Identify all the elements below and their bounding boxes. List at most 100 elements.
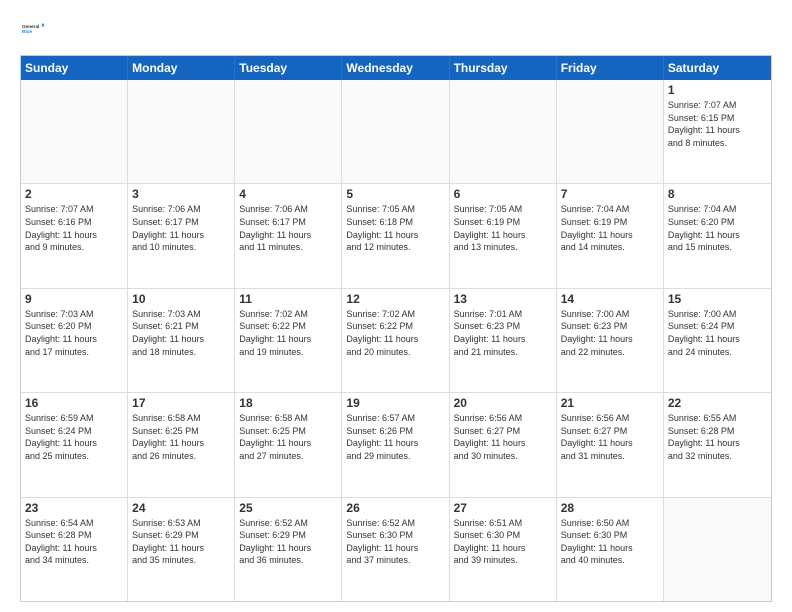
calendar-cell-0-2 xyxy=(235,80,342,183)
calendar-cell-3-5: 21 Sunrise: 6:56 AM Sunset: 6:27 PM Dayli… xyxy=(557,393,664,496)
calendar-cell-1-1: 3Sunrise: 7:06 AM Sunset: 6:17 PM Daylig… xyxy=(128,184,235,287)
calendar-cell-0-3 xyxy=(342,80,449,183)
day-info: Sunrise: 6:56 AM Sunset: 6:27 PM Dayligh… xyxy=(561,412,659,462)
day-info: Sunrise: 7:02 AM Sunset: 6:22 PM Dayligh… xyxy=(346,308,444,358)
weekday-header-friday: Friday xyxy=(557,56,664,80)
day-number: 23 xyxy=(25,501,123,515)
day-info: Sunrise: 6:59 AM Sunset: 6:24 PM Dayligh… xyxy=(25,412,123,462)
logo-icon: General Blue xyxy=(22,18,44,40)
calendar: SundayMondayTuesdayWednesdayThursdayFrid… xyxy=(20,55,772,602)
calendar-cell-3-6: 22 Sunrise: 6:55 AM Sunset: 6:28 PM Dayli… xyxy=(664,393,771,496)
calendar-cell-4-4: 27 Sunrise: 6:51 AM Sunset: 6:30 PM Dayli… xyxy=(450,498,557,601)
weekday-header-monday: Monday xyxy=(128,56,235,80)
day-info: Sunrise: 7:01 AM Sunset: 6:23 PM Dayligh… xyxy=(454,308,552,358)
page: General Blue SundayMondayTuesdayWednesda… xyxy=(0,0,792,612)
day-number: 7 xyxy=(561,187,659,201)
day-info: Sunrise: 6:52 AM Sunset: 6:30 PM Dayligh… xyxy=(346,517,444,567)
calendar-cell-3-2: 18 Sunrise: 6:58 AM Sunset: 6:25 PM Dayli… xyxy=(235,393,342,496)
day-number: 6 xyxy=(454,187,552,201)
calendar-header: SundayMondayTuesdayWednesdayThursdayFrid… xyxy=(21,56,771,80)
day-info: Sunrise: 7:06 AM Sunset: 6:17 PM Dayligh… xyxy=(132,203,230,253)
day-info: Sunrise: 6:51 AM Sunset: 6:30 PM Dayligh… xyxy=(454,517,552,567)
calendar-cell-1-4: 6 Sunrise: 7:05 AM Sunset: 6:19 PM Daylig… xyxy=(450,184,557,287)
calendar-cell-0-4 xyxy=(450,80,557,183)
day-info: Sunrise: 7:02 AM Sunset: 6:22 PM Dayligh… xyxy=(239,308,337,358)
calendar-cell-0-6: 1 Sunrise: 7:07 AM Sunset: 6:15 PM Daylig… xyxy=(664,80,771,183)
day-number: 21 xyxy=(561,396,659,410)
day-number: 16 xyxy=(25,396,123,410)
logo: General Blue xyxy=(20,18,44,45)
calendar-cell-2-5: 14 Sunrise: 7:00 AM Sunset: 6:23 PM Dayli… xyxy=(557,289,664,392)
calendar-cell-1-2: 4 Sunrise: 7:06 AM Sunset: 6:17 PM Daylig… xyxy=(235,184,342,287)
calendar-cell-4-6 xyxy=(664,498,771,601)
day-info: Sunrise: 6:58 AM Sunset: 6:25 PM Dayligh… xyxy=(132,412,230,462)
calendar-cell-0-5 xyxy=(557,80,664,183)
day-info: Sunrise: 7:00 AM Sunset: 6:24 PM Dayligh… xyxy=(668,308,767,358)
calendar-cell-4-2: 25 Sunrise: 6:52 AM Sunset: 6:29 PM Dayli… xyxy=(235,498,342,601)
day-number: 17 xyxy=(132,396,230,410)
calendar-cell-1-0: 2 Sunrise: 7:07 AM Sunset: 6:16 PM Daylig… xyxy=(21,184,128,287)
day-info: Sunrise: 7:00 AM Sunset: 6:23 PM Dayligh… xyxy=(561,308,659,358)
day-number: 18 xyxy=(239,396,337,410)
day-number: 10 xyxy=(132,292,230,306)
day-number: 5 xyxy=(346,187,444,201)
day-info: Sunrise: 6:58 AM Sunset: 6:25 PM Dayligh… xyxy=(239,412,337,462)
day-number: 27 xyxy=(454,501,552,515)
svg-text:General: General xyxy=(22,24,39,29)
day-info: Sunrise: 7:05 AM Sunset: 6:19 PM Dayligh… xyxy=(454,203,552,253)
calendar-cell-3-4: 20 Sunrise: 6:56 AM Sunset: 6:27 PM Dayli… xyxy=(450,393,557,496)
calendar-cell-2-3: 12 Sunrise: 7:02 AM Sunset: 6:22 PM Dayli… xyxy=(342,289,449,392)
header: General Blue xyxy=(20,18,772,45)
day-number: 28 xyxy=(561,501,659,515)
weekday-header-sunday: Sunday xyxy=(21,56,128,80)
day-info: Sunrise: 6:54 AM Sunset: 6:28 PM Dayligh… xyxy=(25,517,123,567)
day-info: Sunrise: 6:50 AM Sunset: 6:30 PM Dayligh… xyxy=(561,517,659,567)
day-info: Sunrise: 7:03 AM Sunset: 6:21 PM Dayligh… xyxy=(132,308,230,358)
calendar-cell-0-1 xyxy=(128,80,235,183)
day-number: 20 xyxy=(454,396,552,410)
weekday-header-saturday: Saturday xyxy=(664,56,771,80)
calendar-cell-2-2: 11 Sunrise: 7:02 AM Sunset: 6:22 PM Dayli… xyxy=(235,289,342,392)
day-number: 25 xyxy=(239,501,337,515)
day-info: Sunrise: 7:05 AM Sunset: 6:18 PM Dayligh… xyxy=(346,203,444,253)
calendar-row-4: 23 Sunrise: 6:54 AM Sunset: 6:28 PM Dayli… xyxy=(21,497,771,601)
day-number: 13 xyxy=(454,292,552,306)
day-number: 19 xyxy=(346,396,444,410)
calendar-cell-3-0: 16 Sunrise: 6:59 AM Sunset: 6:24 PM Dayli… xyxy=(21,393,128,496)
calendar-cell-1-3: 5 Sunrise: 7:05 AM Sunset: 6:18 PM Daylig… xyxy=(342,184,449,287)
calendar-cell-2-0: 9Sunrise: 7:03 AM Sunset: 6:20 PM Daylig… xyxy=(21,289,128,392)
svg-text:Blue: Blue xyxy=(22,29,33,34)
day-info: Sunrise: 6:55 AM Sunset: 6:28 PM Dayligh… xyxy=(668,412,767,462)
calendar-cell-3-3: 19 Sunrise: 6:57 AM Sunset: 6:26 PM Dayli… xyxy=(342,393,449,496)
day-info: Sunrise: 7:04 AM Sunset: 6:20 PM Dayligh… xyxy=(668,203,767,253)
day-number: 4 xyxy=(239,187,337,201)
day-info: Sunrise: 6:52 AM Sunset: 6:29 PM Dayligh… xyxy=(239,517,337,567)
day-number: 8 xyxy=(668,187,767,201)
day-info: Sunrise: 6:56 AM Sunset: 6:27 PM Dayligh… xyxy=(454,412,552,462)
day-number: 26 xyxy=(346,501,444,515)
day-number: 2 xyxy=(25,187,123,201)
weekday-header-wednesday: Wednesday xyxy=(342,56,449,80)
calendar-cell-2-4: 13 Sunrise: 7:01 AM Sunset: 6:23 PM Dayli… xyxy=(450,289,557,392)
day-info: Sunrise: 7:07 AM Sunset: 6:16 PM Dayligh… xyxy=(25,203,123,253)
day-number: 9 xyxy=(25,292,123,306)
calendar-cell-4-0: 23 Sunrise: 6:54 AM Sunset: 6:28 PM Dayli… xyxy=(21,498,128,601)
day-info: Sunrise: 7:07 AM Sunset: 6:15 PM Dayligh… xyxy=(668,99,767,149)
calendar-cell-0-0 xyxy=(21,80,128,183)
day-info: Sunrise: 6:57 AM Sunset: 6:26 PM Dayligh… xyxy=(346,412,444,462)
day-number: 24 xyxy=(132,501,230,515)
calendar-body: 1 Sunrise: 7:07 AM Sunset: 6:15 PM Daylig… xyxy=(21,80,771,601)
calendar-cell-1-5: 7Sunrise: 7:04 AM Sunset: 6:19 PM Daylig… xyxy=(557,184,664,287)
day-number: 14 xyxy=(561,292,659,306)
day-info: Sunrise: 7:06 AM Sunset: 6:17 PM Dayligh… xyxy=(239,203,337,253)
calendar-row-3: 16 Sunrise: 6:59 AM Sunset: 6:24 PM Dayli… xyxy=(21,392,771,496)
weekday-header-tuesday: Tuesday xyxy=(235,56,342,80)
day-number: 1 xyxy=(668,83,767,97)
calendar-cell-4-1: 24Sunrise: 6:53 AM Sunset: 6:29 PM Dayli… xyxy=(128,498,235,601)
day-number: 11 xyxy=(239,292,337,306)
day-number: 22 xyxy=(668,396,767,410)
day-number: 12 xyxy=(346,292,444,306)
calendar-cell-4-3: 26 Sunrise: 6:52 AM Sunset: 6:30 PM Dayli… xyxy=(342,498,449,601)
calendar-cell-2-6: 15Sunrise: 7:00 AM Sunset: 6:24 PM Dayli… xyxy=(664,289,771,392)
calendar-cell-4-5: 28 Sunrise: 6:50 AM Sunset: 6:30 PM Dayli… xyxy=(557,498,664,601)
